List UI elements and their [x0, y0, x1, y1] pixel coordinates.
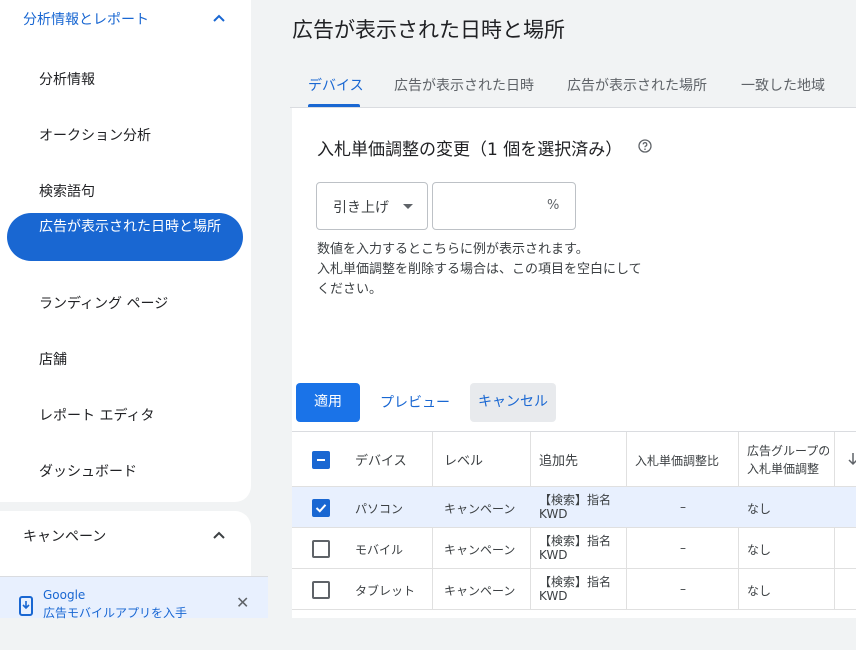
- promo-subtitle[interactable]: 広告モバイルアプリを入手: [43, 604, 187, 621]
- percent-input[interactable]: [441, 193, 545, 219]
- bid-adjustment-panel: 入札単価調整の変更（1 個を選択済み） 引き上げ % 数値を入力するとこちらに例…: [292, 108, 856, 436]
- chevron-up-icon[interactable]: [211, 10, 227, 26]
- apply-button[interactable]: 適用: [296, 383, 360, 422]
- row-checkbox[interactable]: [312, 540, 330, 558]
- cell-bid-adjustment[interactable]: –: [680, 582, 686, 596]
- sidebar-item-locations[interactable]: 店舗: [39, 349, 67, 369]
- cancel-button[interactable]: キャンセル: [470, 383, 556, 422]
- sidebar-item-insights[interactable]: 分析情報: [39, 69, 95, 89]
- checkmark-icon: [315, 504, 327, 513]
- promo-title: Google: [43, 588, 86, 602]
- row-checkbox[interactable]: [312, 499, 330, 517]
- sidebar-item-search-terms[interactable]: 検索語句: [39, 181, 95, 201]
- cell-level: キャンペーン: [444, 543, 516, 557]
- device-table: デバイス レベル 追加先 入札単価調整比 広告グループの 入札単価調整 パソコン…: [292, 431, 856, 618]
- percent-symbol: %: [547, 198, 560, 213]
- cell-device[interactable]: タブレット: [355, 582, 415, 599]
- sort-arrow-down-icon[interactable]: [848, 452, 856, 466]
- cell-added-to-line-2[interactable]: KWD: [539, 548, 568, 562]
- sidebar-section-title: キャンペーン: [23, 529, 107, 545]
- cell-added-to-line-1[interactable]: 【検索】指名: [539, 573, 611, 590]
- help-icon[interactable]: [638, 139, 652, 153]
- column-header-adgroup-bid-line-1[interactable]: 広告グループの: [747, 442, 829, 459]
- cell-device[interactable]: パソコン: [355, 500, 403, 517]
- sidebar-item-auction-insights[interactable]: オークション分析: [39, 125, 151, 145]
- cell-bid-adjustment[interactable]: –: [680, 541, 686, 555]
- cell-adgroup-bid: なし: [747, 543, 772, 557]
- sidebar-item-label: 広告が表示された日時と場所: [39, 219, 221, 235]
- row-checkbox[interactable]: [312, 581, 330, 599]
- page-title: 広告が表示された日時と場所: [292, 18, 565, 42]
- column-header-bid-adjustment[interactable]: 入札単価調整比: [635, 452, 731, 469]
- sidebar-section-title: 分析情報とレポート: [23, 12, 149, 28]
- hint-text-line-1: 数値を入力するとこちらに例が表示されます。: [317, 242, 589, 257]
- cell-added-to-line-2[interactable]: KWD: [539, 507, 568, 521]
- cell-level: キャンペーン: [444, 584, 516, 598]
- indeterminate-icon: [317, 459, 325, 461]
- tab-matched-locations[interactable]: 一致した地域: [741, 75, 825, 95]
- adjustment-direction-dropdown[interactable]: 引き上げ: [316, 182, 428, 230]
- table-row[interactable]: モバイル キャンペーン 【検索】指名 KWD – なし: [292, 527, 856, 568]
- cell-device[interactable]: モバイル: [355, 541, 403, 558]
- cell-added-to-line-1[interactable]: 【検索】指名: [539, 491, 611, 508]
- sidebar-section-header-campaigns[interactable]: キャンペーン: [0, 517, 251, 553]
- table-row[interactable]: タブレット キャンペーン 【検索】指名 KWD – なし: [292, 568, 856, 609]
- phone-download-icon: [19, 596, 33, 616]
- panel-title: 入札単価調整の変更（1 個を選択済み）: [317, 140, 623, 160]
- close-icon[interactable]: ✕: [236, 593, 249, 612]
- select-all-checkbox[interactable]: [312, 451, 330, 469]
- column-header-level[interactable]: レベル: [444, 450, 483, 469]
- hint-text-line-3: ください。: [317, 282, 383, 297]
- column-header-added-to[interactable]: 追加先: [539, 450, 578, 469]
- tab-devices[interactable]: デバイス: [308, 75, 364, 95]
- sidebar-section-header-insights[interactable]: 分析情報とレポート: [0, 0, 251, 36]
- table-row[interactable]: パソコン キャンペーン 【検索】指名 KWD – なし: [292, 486, 856, 527]
- tab-where-ads-showed[interactable]: 広告が表示された場所: [567, 75, 707, 95]
- column-header-adgroup-bid-line-2[interactable]: 入札単価調整: [747, 460, 819, 477]
- hint-text-line-2: 入札単価調整を削除する場合は、この項目を空白にして: [317, 262, 642, 277]
- chevron-up-icon[interactable]: [211, 527, 227, 543]
- sidebar: 分析情報とレポート 分析情報 オークション分析 検索語句 広告が表示された日時と…: [0, 0, 268, 621]
- dropdown-selected-value: 引き上げ: [333, 200, 389, 216]
- cell-added-to-line-1[interactable]: 【検索】指名: [539, 532, 611, 549]
- table-row[interactable]: [292, 609, 856, 650]
- sidebar-item-dashboards[interactable]: ダッシュボード: [39, 461, 137, 481]
- cell-added-to-line-2[interactable]: KWD: [539, 589, 568, 603]
- percent-field[interactable]: %: [432, 182, 576, 230]
- cell-adgroup-bid: なし: [747, 584, 772, 598]
- sidebar-item-landing-pages[interactable]: ランディング ページ: [39, 293, 168, 313]
- sidebar-item-when-where-ads-showed[interactable]: 広告が表示された日時と場所: [7, 213, 243, 261]
- dropdown-arrow-icon: [403, 204, 413, 209]
- cell-bid-adjustment[interactable]: –: [680, 500, 686, 514]
- cell-level: キャンペーン: [444, 502, 516, 516]
- column-header-device[interactable]: デバイス: [355, 450, 407, 469]
- mobile-app-promo[interactable]: Google 広告モバイルアプリを入手 ✕: [0, 576, 268, 621]
- preview-button[interactable]: プレビュー: [380, 392, 450, 412]
- sidebar-item-report-editor[interactable]: レポート エディタ: [39, 405, 154, 425]
- tab-when-ads-showed[interactable]: 広告が表示された日時: [394, 75, 534, 95]
- sidebar-section-insights: 分析情報とレポート 分析情報 オークション分析 検索語句 広告が表示された日時と…: [0, 0, 251, 502]
- cell-adgroup-bid: なし: [747, 502, 772, 516]
